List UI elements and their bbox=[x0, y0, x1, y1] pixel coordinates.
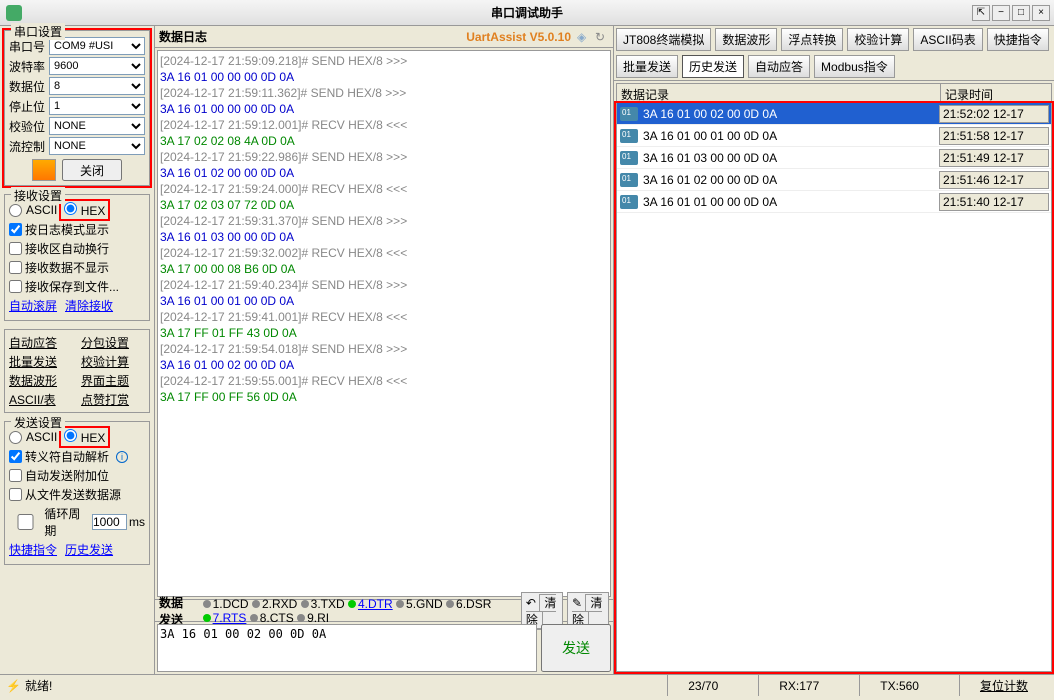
tx-counter: TX:560 bbox=[859, 675, 939, 696]
auto-append-checkbox[interactable] bbox=[9, 469, 22, 482]
signal-9.RI[interactable]: 9.RI bbox=[297, 611, 329, 625]
history-row[interactable]: 3A 16 01 00 01 00 0D 0A21:51:58 12-17 bbox=[617, 125, 1051, 147]
log-title: 数据日志 bbox=[159, 28, 207, 45]
misc-link[interactable]: 点赞打赏 bbox=[81, 391, 145, 408]
statusbar: ⚡就绪! 23/70 RX:177 TX:560 复位计数 bbox=[0, 674, 1054, 696]
misc-link[interactable]: 自动应答 bbox=[9, 334, 73, 351]
signal-5.GND[interactable]: 5.GND bbox=[396, 597, 443, 611]
history-row[interactable]: 3A 16 01 02 00 00 0D 0A21:51:46 12-17 bbox=[617, 169, 1051, 191]
cycle-checkbox[interactable] bbox=[9, 514, 42, 530]
cycle-period-input[interactable] bbox=[92, 514, 127, 530]
misc-link[interactable]: 校验计算 bbox=[81, 353, 145, 370]
diamond-icon[interactable]: ◈ bbox=[577, 30, 591, 44]
misc-link[interactable]: 分包设置 bbox=[81, 334, 145, 351]
recv-ascii-radio[interactable] bbox=[9, 204, 22, 217]
toolbar: JT808终端模拟数据波形浮点转换校验计算ASCII码表快捷指令批量发送历史发送… bbox=[614, 26, 1054, 81]
send-input[interactable]: 3A 16 01 00 02 00 0D 0A bbox=[157, 624, 537, 672]
recv-settings-panel: 接收设置 ASCII HEX 按日志模式显示 接收区自动换行 接收数据不显示 接… bbox=[4, 194, 150, 321]
history-list[interactable]: 3A 16 01 00 02 00 0D 0A21:52:02 12-173A … bbox=[616, 103, 1052, 672]
hide-recv-checkbox[interactable] bbox=[9, 261, 22, 274]
info-icon[interactable]: i bbox=[116, 451, 128, 463]
toolbar-tab[interactable]: 数据波形 bbox=[715, 28, 777, 51]
send-settings-panel: 发送设置 ASCII HEX 转义符自动解析i 自动发送附加位 从文件发送数据源… bbox=[4, 421, 150, 565]
send-hex-radio[interactable] bbox=[64, 429, 77, 442]
minimize-button[interactable]: − bbox=[992, 5, 1010, 21]
send-from-file-checkbox[interactable] bbox=[9, 488, 22, 501]
recv-hex-radio[interactable] bbox=[64, 202, 77, 215]
misc-link[interactable]: ASCII/表 bbox=[9, 391, 73, 408]
clear-recv-link[interactable]: 清除接收 bbox=[65, 297, 113, 314]
window-title: 串口调试助手 bbox=[491, 4, 563, 21]
bolt-icon: ⚡ bbox=[6, 679, 21, 693]
page-indicator: 23/70 bbox=[667, 675, 738, 696]
hex-icon bbox=[620, 129, 638, 143]
quick-cmd-link[interactable]: 快捷指令 bbox=[9, 541, 57, 558]
history-header: 数据记录 记录时间 bbox=[616, 83, 1052, 103]
port-settings-panel: 串口设置 串口号COM9 #USI波特率9600数据位8停止位1校验位NONE流… bbox=[4, 30, 150, 186]
signal-6.DSR[interactable]: 6.DSR bbox=[446, 597, 491, 611]
toolbar-tab[interactable]: 自动应答 bbox=[748, 55, 810, 78]
log-mode-checkbox[interactable] bbox=[9, 223, 22, 236]
history-row[interactable]: 3A 16 01 00 02 00 0D 0A21:52:02 12-17 bbox=[617, 103, 1051, 125]
reset-counter-button[interactable]: 复位计数 bbox=[959, 675, 1048, 696]
signal-3.TXD[interactable]: 3.TXD bbox=[301, 597, 345, 611]
close-port-button[interactable]: 关闭 bbox=[62, 159, 122, 181]
toolbar-tab[interactable]: 浮点转换 bbox=[781, 28, 843, 51]
port-校验位-select[interactable]: NONE bbox=[49, 117, 145, 135]
send-tab-label: 数据发送 bbox=[159, 594, 195, 628]
refresh-icon[interactable]: ↻ bbox=[595, 30, 609, 44]
port-停止位-select[interactable]: 1 bbox=[49, 97, 145, 115]
history-send-link[interactable]: 历史发送 bbox=[65, 541, 113, 558]
brand-label: UartAssist V5.0.10 bbox=[466, 30, 571, 44]
hex-icon bbox=[620, 151, 638, 165]
rx-counter: RX:177 bbox=[758, 675, 839, 696]
misc-link[interactable]: 批量发送 bbox=[9, 353, 73, 370]
misc-links-panel: 自动应答分包设置批量发送校验计算数据波形界面主题 ASCII/表点赞打赏 bbox=[4, 329, 150, 413]
app-icon bbox=[6, 5, 22, 21]
send-ascii-radio[interactable] bbox=[9, 431, 22, 444]
signal-8.CTS[interactable]: 8.CTS bbox=[250, 611, 294, 625]
maximize-button[interactable]: □ bbox=[1012, 5, 1030, 21]
toolbar-tab[interactable]: 历史发送 bbox=[682, 55, 744, 78]
escape-parse-checkbox[interactable] bbox=[9, 450, 22, 463]
port-indicator-icon[interactable] bbox=[32, 159, 56, 181]
hex-icon bbox=[620, 173, 638, 187]
signal-2.RXD[interactable]: 2.RXD bbox=[252, 597, 297, 611]
toolbar-tab[interactable]: JT808终端模拟 bbox=[616, 28, 711, 51]
titlebar: 串口调试助手 ⇱ − □ × bbox=[0, 0, 1054, 26]
port-流控制-select[interactable]: NONE bbox=[49, 137, 145, 155]
pin-icon[interactable]: ⇱ bbox=[972, 5, 990, 21]
toolbar-tab[interactable]: 批量发送 bbox=[616, 55, 678, 78]
toolbar-tab[interactable]: 校验计算 bbox=[847, 28, 909, 51]
send-button[interactable]: 发送 bbox=[541, 624, 611, 672]
history-row[interactable]: 3A 16 01 01 00 00 0D 0A21:51:40 12-17 bbox=[617, 191, 1051, 213]
misc-link[interactable]: 界面主题 bbox=[81, 372, 145, 389]
auto-wrap-checkbox[interactable] bbox=[9, 242, 22, 255]
hex-icon bbox=[620, 107, 638, 121]
auto-scroll-link[interactable]: 自动滚屏 bbox=[9, 297, 57, 314]
toolbar-tab[interactable]: Modbus指令 bbox=[814, 55, 895, 78]
signal-7.RTS[interactable]: 7.RTS bbox=[203, 611, 247, 625]
log-area[interactable]: [2024-12-17 21:59:09.218]# SEND HEX/8 >>… bbox=[157, 50, 611, 597]
history-row[interactable]: 3A 16 01 03 00 00 0D 0A21:51:49 12-17 bbox=[617, 147, 1051, 169]
misc-link[interactable]: 数据波形 bbox=[9, 372, 73, 389]
close-button[interactable]: × bbox=[1032, 5, 1050, 21]
toolbar-tab[interactable]: 快捷指令 bbox=[987, 28, 1049, 51]
port-数据位-select[interactable]: 8 bbox=[49, 77, 145, 95]
hex-icon bbox=[620, 195, 638, 209]
signal-4.DTR[interactable]: 4.DTR bbox=[348, 597, 393, 611]
signal-1.DCD[interactable]: 1.DCD bbox=[203, 597, 249, 611]
port-波特率-select[interactable]: 9600 bbox=[49, 57, 145, 75]
toolbar-tab[interactable]: ASCII码表 bbox=[913, 28, 982, 51]
save-file-checkbox[interactable] bbox=[9, 280, 22, 293]
